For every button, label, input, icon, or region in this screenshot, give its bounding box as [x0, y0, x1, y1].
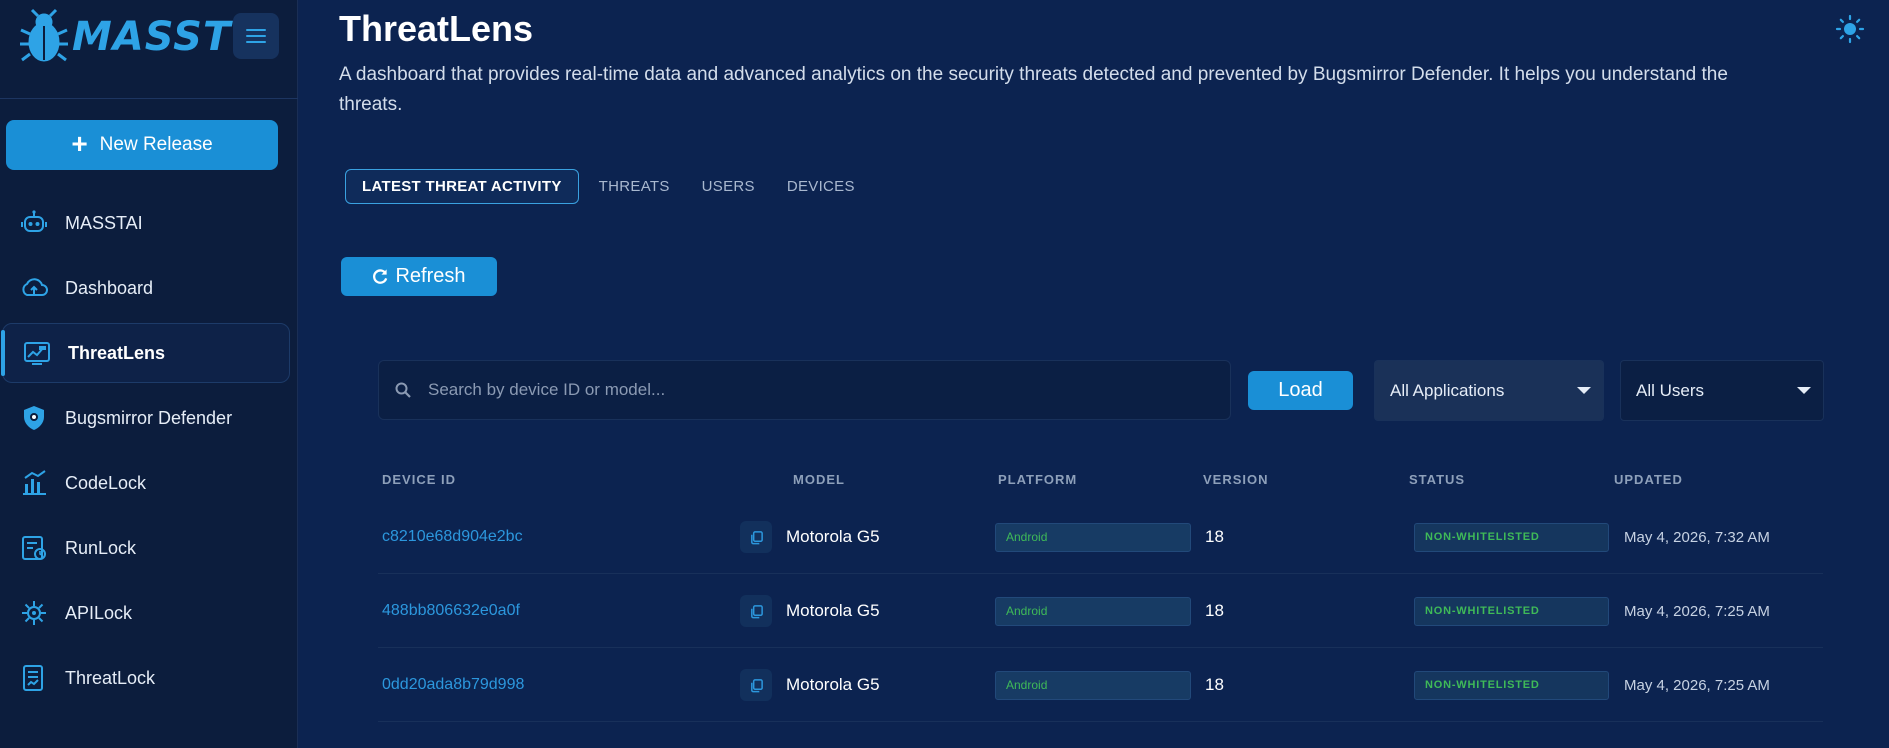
table-header: DEVICE ID MODEL PLATFORM VERSION STATUS …: [378, 460, 1823, 500]
version-cell: 18: [1205, 527, 1224, 546]
sidebar-item-label: Dashboard: [65, 277, 154, 298]
runtime-lock-icon: [22, 536, 46, 560]
menu-toggle-button[interactable]: [233, 13, 279, 59]
platform-badge: Android: [995, 596, 1191, 626]
tab-bar: LATEST THREAT ACTIVITY THREATS USERS DEV…: [345, 169, 871, 204]
users-filter-select[interactable]: All Users: [1620, 360, 1824, 421]
refresh-label: Refresh: [395, 265, 466, 287]
column-header-device-id: DEVICE ID: [382, 472, 457, 487]
page-description: A dashboard that provides real-time data…: [339, 64, 1728, 115]
main-content: ThreatLens A dashboard that provides rea…: [298, 0, 1889, 748]
sidebar-item-label: MASSTAI: [65, 212, 143, 233]
cloud-icon: [22, 278, 48, 296]
refresh-icon: [373, 269, 388, 284]
code-chart-icon: [23, 470, 46, 495]
copy-icon: [750, 678, 763, 692]
shield-icon: [24, 406, 44, 430]
page-title: ThreatLens: [339, 8, 534, 49]
api-gear-icon: [22, 601, 46, 625]
table-row: c8210e68d904e2bc Motorola G5 Android 18 …: [378, 500, 1823, 574]
refresh-button[interactable]: Refresh: [341, 257, 497, 296]
brand-logo[interactable]: MASST: [18, 8, 231, 66]
threat-report-icon: [23, 665, 43, 691]
hamburger-icon: [246, 29, 266, 43]
column-header-model: MODEL: [793, 472, 845, 487]
search-input[interactable]: [428, 380, 1208, 400]
caret-down-icon: [1577, 387, 1591, 394]
search-field[interactable]: [378, 360, 1231, 420]
column-header-status: STATUS: [1409, 472, 1466, 487]
tab-devices[interactable]: DEVICES: [771, 169, 871, 204]
copy-button[interactable]: [740, 595, 772, 627]
updated-cell: May 4, 2026, 7:25 AM: [1624, 602, 1770, 620]
column-header-updated: UPDATED: [1614, 472, 1683, 487]
tab-users[interactable]: USERS: [686, 169, 771, 204]
brand-name: MASST: [72, 14, 232, 60]
sun-icon[interactable]: [1835, 14, 1865, 44]
device-id-link[interactable]: c8210e68d904e2bc: [382, 528, 523, 546]
sidebar-divider: [0, 98, 298, 99]
updated-cell: May 4, 2026, 7:32 AM: [1624, 528, 1770, 546]
sidebar-item-runlock[interactable]: RunLock: [0, 518, 288, 578]
copy-button[interactable]: [740, 521, 772, 553]
app-root: MASST + New Release MASSTAI Dashboard Th…: [0, 0, 1889, 748]
status-badge: NON-WHITELISTED: [1414, 670, 1609, 700]
new-release-label: New Release: [99, 134, 213, 155]
applications-filter-value: All Applications: [1390, 380, 1505, 400]
copy-icon: [750, 530, 763, 544]
sidebar-item-threatlock[interactable]: ThreatLock: [0, 648, 288, 708]
platform-badge: Android: [995, 522, 1191, 552]
sidebar-item-masstai[interactable]: MASSTAI: [0, 193, 288, 253]
table-row: 488bb806632e0a0f Motorola G5 Android 18 …: [378, 574, 1823, 648]
applications-filter-select[interactable]: All Applications: [1374, 360, 1604, 421]
bug-logo-icon: [20, 8, 68, 62]
sidebar-item-bugsmirror-defender[interactable]: Bugsmirror Defender: [0, 388, 288, 448]
device-id-link[interactable]: 0dd20ada8b79d998: [382, 676, 524, 694]
column-header-platform: PLATFORM: [998, 472, 1078, 487]
caret-down-icon: [1797, 387, 1811, 394]
copy-button[interactable]: [740, 669, 772, 701]
version-cell: 18: [1205, 601, 1224, 620]
search-icon: [395, 382, 411, 398]
sidebar-item-label: CodeLock: [65, 472, 147, 493]
sidebar-item-label: Bugsmirror Defender: [65, 407, 233, 428]
sidebar-item-dashboard[interactable]: Dashboard: [0, 258, 288, 318]
platform-badge: Android: [995, 670, 1191, 700]
monitor-chart-icon: [24, 342, 50, 365]
sidebar-item-threatlens[interactable]: ThreatLens: [1, 323, 290, 383]
copy-icon: [750, 604, 763, 618]
model-cell: Motorola G5: [786, 675, 880, 694]
users-filter-value: All Users: [1636, 380, 1705, 400]
sidebar-item-codelock[interactable]: CodeLock: [0, 453, 288, 513]
sidebar-item-label: RunLock: [65, 537, 137, 558]
tab-threats[interactable]: THREATS: [583, 169, 686, 204]
version-cell: 18: [1205, 675, 1224, 694]
table-row: 0dd20ada8b79d998 Motorola G5 Android 18 …: [378, 648, 1823, 722]
load-button[interactable]: Load: [1248, 371, 1353, 410]
robot-icon: [21, 210, 47, 232]
model-cell: Motorola G5: [786, 527, 880, 546]
sidebar-item-label: APILock: [65, 602, 133, 623]
status-badge: NON-WHITELISTED: [1414, 522, 1609, 552]
new-release-button[interactable]: + New Release: [6, 120, 278, 170]
updated-cell: May 4, 2026, 7:25 AM: [1624, 676, 1770, 694]
sidebar: MASST + New Release MASSTAI Dashboard Th…: [0, 0, 298, 748]
model-cell: Motorola G5: [786, 601, 880, 620]
sidebar-item-label: ThreatLens: [68, 342, 166, 363]
sidebar-item-label: ThreatLock: [65, 667, 156, 688]
tab-latest-threat-activity[interactable]: LATEST THREAT ACTIVITY: [345, 169, 579, 204]
sidebar-item-apilock[interactable]: APILock: [0, 583, 288, 643]
plus-icon: +: [71, 127, 88, 159]
status-badge: NON-WHITELISTED: [1414, 596, 1609, 626]
device-id-link[interactable]: 488bb806632e0a0f: [382, 602, 520, 620]
column-header-version: VERSION: [1203, 472, 1269, 487]
threat-activity-table: DEVICE ID MODEL PLATFORM VERSION STATUS …: [378, 460, 1823, 722]
